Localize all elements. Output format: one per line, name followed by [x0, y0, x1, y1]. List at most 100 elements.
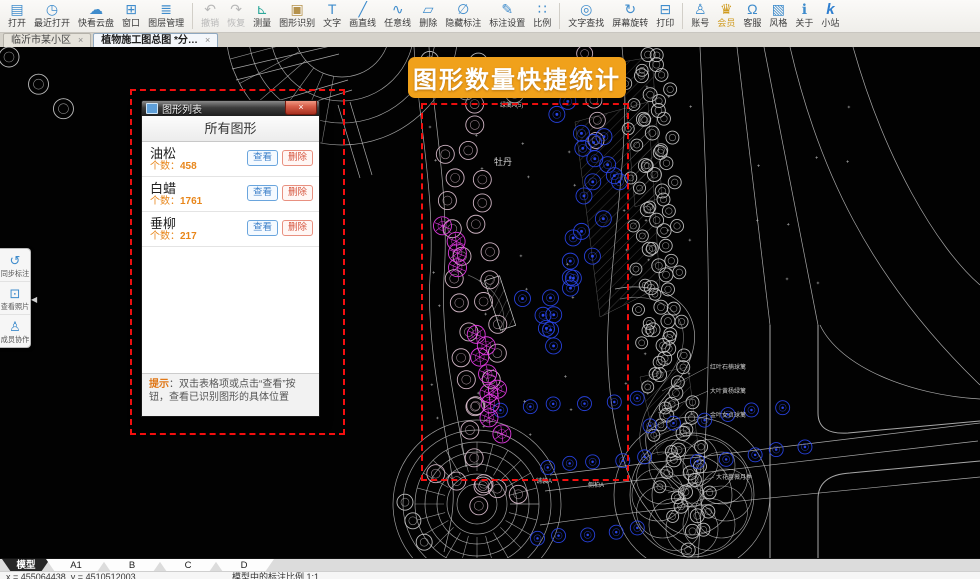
- panel-collapse-handle[interactable]: ◀: [31, 296, 37, 304]
- toolbar-window[interactable]: ⊞窗口: [118, 1, 144, 29]
- toolbar-text-search[interactable]: ◎文字查找: [564, 1, 608, 29]
- view-photos-icon: ⊡: [10, 286, 21, 301]
- toolbar-cloud-drive-label: 快看云盘: [78, 18, 114, 29]
- toolbar-shape-recognition[interactable]: ▣图形识别: [275, 1, 319, 29]
- view-button[interactable]: 查看: [247, 220, 278, 236]
- svg-text:大叶黄杨绿篱: 大叶黄杨绿篱: [710, 387, 746, 395]
- toolbar-separator: [682, 3, 683, 29]
- toolbar-site[interactable]: k小站: [817, 1, 843, 29]
- panel-item-sync-annotations[interactable]: ↺同步标注: [0, 249, 30, 282]
- measure-icon: ⊾: [256, 1, 268, 18]
- dialog-titlebar[interactable]: 图形列表 ×: [142, 101, 319, 116]
- toolbar-separator: [192, 3, 193, 29]
- row-buttons: 查看删除: [247, 220, 313, 236]
- view-button[interactable]: 查看: [247, 150, 278, 166]
- dialog-app-icon: [146, 103, 158, 114]
- vip-icon: ♛: [720, 1, 733, 18]
- delete-button[interactable]: 删除: [282, 220, 313, 236]
- toolbar-open[interactable]: ▤打开: [4, 1, 30, 29]
- svg-text:金叶女贞球篱: 金叶女贞球篱: [710, 411, 746, 419]
- annotation-settings-icon: ✎: [501, 1, 513, 18]
- document-tab-2[interactable]: 植物施工图总图 *分… ×: [93, 33, 218, 47]
- toolbar-print-label: 打印: [656, 18, 674, 29]
- document-tab-1[interactable]: 临沂市某小区 ×: [3, 33, 91, 47]
- hint-label: 提示: [149, 379, 169, 390]
- toolbar-account-label: 账号: [691, 18, 709, 29]
- toolbar-cloud-drive[interactable]: ☁快看云盘: [74, 1, 118, 29]
- toolbar-style[interactable]: ▧风格: [765, 1, 791, 29]
- toolbar-recent-open-label: 最近打开: [34, 18, 70, 29]
- graphic-row[interactable]: 油松个数：458查看删除: [142, 142, 319, 177]
- toolbar-delete[interactable]: ▱删除: [415, 1, 441, 29]
- text-search-icon: ◎: [580, 1, 592, 18]
- toolbar-screen-rotate-label: 屏幕旋转: [612, 18, 648, 29]
- delete-button[interactable]: 删除: [282, 150, 313, 166]
- draw-line-icon: ╱: [358, 1, 366, 18]
- shape-recognition-icon: ▣: [291, 1, 304, 18]
- text-icon: T: [328, 1, 337, 18]
- callout-banner-text: 图形数量快捷统计: [413, 60, 621, 95]
- print-icon: ⊟: [659, 1, 671, 18]
- document-tabbar: 临沂市某小区 × 植物施工图总图 *分… ×: [0, 33, 980, 47]
- toolbar-hide-annotations[interactable]: ∅隐藏标注: [441, 1, 485, 29]
- document-tab-label: 临沂市某小区: [11, 34, 71, 47]
- toolbar-style-label: 风格: [769, 18, 787, 29]
- panel-item-view-photos[interactable]: ⊡查看照片: [0, 282, 30, 315]
- toolbar-undo[interactable]: ↶撤销: [197, 1, 223, 29]
- main-toolbar: ▤打开◷最近打开☁快看云盘⊞窗口≣图层管理↶撤销↷恢复⊾测量▣图形识别T文字╱画…: [0, 0, 980, 33]
- toolbar-window-label: 窗口: [122, 18, 140, 29]
- style-icon: ▧: [772, 1, 785, 18]
- toolbar-annotation-settings[interactable]: ✎标注设置: [485, 1, 529, 29]
- graphic-row[interactable]: 白蜡个数：1761查看删除: [142, 177, 319, 212]
- toolbar-print[interactable]: ⊟打印: [652, 1, 678, 29]
- panel-item-label: 查看照片: [1, 302, 30, 311]
- graphic-row[interactable]: 垂柳个数：217查看删除: [142, 212, 319, 247]
- view-button[interactable]: 查看: [247, 185, 278, 201]
- panel-item-member-collaboration[interactable]: ♙成员协作: [0, 315, 30, 347]
- toolbar-draw-line-label: 画直线: [349, 18, 376, 29]
- panel-item-label: 同步标注: [1, 269, 30, 278]
- toolbar-redo[interactable]: ↷恢复: [223, 1, 249, 29]
- dialog-close-button[interactable]: ×: [285, 101, 317, 115]
- window-icon: ⊞: [125, 1, 137, 18]
- toolbar-account[interactable]: ♙账号: [687, 1, 713, 29]
- toolbar-draw-line[interactable]: ╱画直线: [345, 1, 380, 29]
- site-icon: k: [826, 1, 834, 18]
- document-tab-label: 植物施工图总图 *分…: [101, 34, 198, 47]
- toolbar-measure[interactable]: ⊾测量: [249, 1, 275, 29]
- toolbar-shape-recognition-label: 图形识别: [279, 18, 315, 29]
- scale-icon: ∷: [538, 1, 547, 18]
- tab-close-icon[interactable]: ×: [78, 34, 83, 47]
- toolbar-about-label: 关于: [795, 18, 813, 29]
- toolbar-recent-open[interactable]: ◷最近打开: [30, 1, 74, 29]
- left-tool-panel: ↺同步标注⊡查看照片♙成员协作: [0, 248, 31, 348]
- dialog-hint: 提示：双击表格项或点击“查看”按钮，查看已识别图形的具体位置: [142, 373, 319, 416]
- redo-icon: ↷: [230, 1, 242, 18]
- panel-item-label: 成员协作: [1, 335, 30, 344]
- tab-close-icon[interactable]: ×: [205, 34, 210, 47]
- account-icon: ♙: [694, 1, 707, 18]
- toolbar-layer-manager[interactable]: ≣图层管理: [144, 1, 188, 29]
- toolbar-freehand-line-label: 任意线: [384, 18, 411, 29]
- toolbar-separator: [559, 3, 560, 29]
- cloud-drive-icon: ☁: [89, 1, 103, 18]
- toolbar-customer-service[interactable]: Ω客服: [739, 1, 765, 29]
- svg-text:牡丹: 牡丹: [494, 156, 512, 167]
- toolbar-scale[interactable]: ∷比例: [529, 1, 555, 29]
- row-buttons: 查看删除: [247, 150, 313, 166]
- svg-text:大花蔷薇月季: 大花蔷薇月季: [716, 473, 752, 481]
- toolbar-freehand-line[interactable]: ∿任意线: [380, 1, 415, 29]
- toolbar-vip[interactable]: ♛会员: [713, 1, 739, 29]
- toolbar-screen-rotate[interactable]: ↻屏幕旋转: [608, 1, 652, 29]
- freehand-line-icon: ∿: [392, 1, 404, 18]
- toolbar-measure-label: 测量: [253, 18, 271, 29]
- delete-button[interactable]: 删除: [282, 185, 313, 201]
- svg-text:红叶石楠球篱: 红叶石楠球篱: [710, 363, 746, 371]
- graphics-list: 油松个数：458查看删除白蜡个数：1761查看删除垂柳个数：217查看删除: [142, 142, 319, 373]
- toolbar-items: ▤打开◷最近打开☁快看云盘⊞窗口≣图层管理↶撤销↷恢复⊾测量▣图形识别T文字╱画…: [4, 1, 843, 29]
- member-collaboration-icon: ♙: [9, 319, 21, 334]
- hide-annotations-icon: ∅: [457, 1, 469, 18]
- toolbar-about[interactable]: ℹ关于: [791, 1, 817, 29]
- toolbar-text[interactable]: T文字: [319, 1, 345, 29]
- delete-icon: ▱: [423, 1, 434, 18]
